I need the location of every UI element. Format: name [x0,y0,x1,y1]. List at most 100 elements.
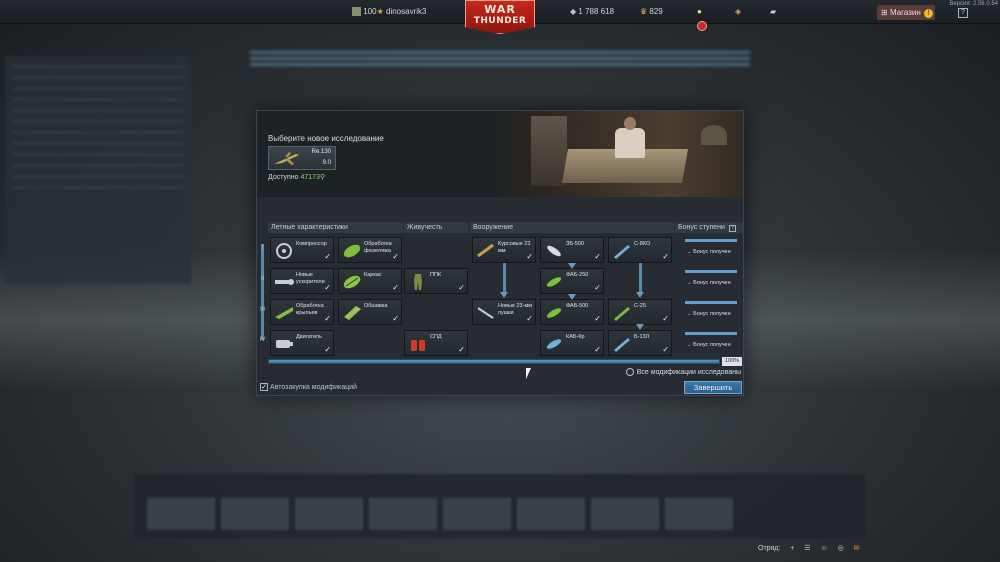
cannon-icon [477,243,494,258]
avatar [352,7,361,17]
mod-boosters[interactable]: Новые ускорители ✓ [270,268,334,294]
column-flight: Летные характеристики [268,222,403,233]
arrow-down-icon [568,263,576,269]
coupon-icon[interactable]: ▰ [770,7,776,16]
research-modal: Выберите новое исследование Re.130 9.0 Д… [256,110,744,396]
mod-engine[interactable]: Двигатель ✓ [270,330,334,356]
fuselage-icon [343,244,361,258]
research-progress-bar [268,359,720,364]
golden-eagles-value: 829 [649,7,663,16]
rocket-icon [614,245,630,259]
mod-label: ФАБ-500 [566,303,589,309]
autobuy-checkbox[interactable]: ✓ Автозакупка модификаций [260,383,357,391]
mod-label: КАБ-Кр [566,334,585,340]
research-progress-fill [269,360,719,363]
available-value: 47173 [300,174,320,181]
research-point-icon: ⚲ [319,174,326,181]
bomb-icon [546,277,562,287]
checkmark-icon: ✓ [526,252,533,261]
info-icon[interactable]: ? [728,225,736,232]
rank-value: 100 [363,7,377,16]
finish-button[interactable]: Завершить [684,381,742,394]
mod-fuselage[interactable]: Обработка фюзеляжа ✓ [338,237,402,263]
checkmark-icon: ✓ [662,314,669,323]
mod-skin[interactable]: Обшивка ✓ [338,299,402,325]
mod-label: ФАБ-250 [566,272,589,278]
silver-lions[interactable]: ◆ 1 788 618 [570,7,614,16]
list-icon[interactable]: ☰ [804,545,810,552]
fire-extinguisher-icon [411,340,425,351]
booster-icon [275,279,294,285]
bonus-label: Бонус получен [693,342,731,348]
tier-2-label: II [260,276,265,282]
mod-fab500[interactable]: ФАБ-500 ✓ [540,299,604,325]
mod-frame[interactable]: Каркас ✓ [338,268,402,294]
war-thunder-logo: WAR THUNDER [465,0,535,34]
mod-spd[interactable]: СПД ✓ [404,330,468,356]
bomb-icon [547,245,561,257]
unit-battle-rating: 9.0 [322,160,331,166]
chat-icon[interactable]: ◎ [838,545,844,552]
golden-eagles[interactable]: ♛ 829 [640,7,663,16]
shop-button[interactable]: ⊞ Магазин! [877,5,935,20]
compressor-icon [276,243,292,259]
lightbulb-icon[interactable]: ● [697,7,702,16]
mod-new-gun23[interactable]: Новые 23-мм пушки ✓ [472,299,536,325]
all-researched-status: Все модификации исследованы [625,368,741,376]
cannon-icon [477,307,494,319]
frame-icon [343,275,361,289]
guided-bomb-icon [546,339,562,349]
checkmark-icon: ✓ [594,345,601,354]
player-info[interactable]: 100★ dinosavrik3 [352,7,427,17]
column-survivability: Живучесть [404,222,468,233]
tier-progress-line [261,244,264,340]
cart-icon: ⊞ [881,8,888,17]
mod-label: Обшивка [364,303,388,309]
mail-icon[interactable]: ✉ [854,545,860,552]
tier-bonus-1: ⌄ Бонус получен [681,237,743,263]
logo-text-2: THUNDER [473,16,527,26]
mod-label: С-8КО [634,241,651,247]
achievement-icon[interactable]: ◈ [735,7,741,16]
mod-compressor[interactable]: Компрессор ✓ [270,237,334,263]
tier-bonus-2: ⌄ Бонус получен [681,268,743,294]
mod-s8ko[interactable]: С-8КО ✓ [608,237,672,263]
friends-icon[interactable]: ☺ [821,545,828,552]
engine-icon [276,340,293,348]
squad-label: Отряд: [758,545,781,552]
notification-icon[interactable] [697,21,707,31]
checkmark-icon: ✓ [324,345,331,354]
mod-fab250[interactable]: ФАБ-250 ✓ [540,268,604,294]
checkmark-icon: ✓ [392,283,399,292]
silver-lions-value: 1 788 618 [578,7,614,16]
bonus-label: Бонус получен [693,280,731,286]
mod-label: Двигатель [296,334,322,340]
add-icon[interactable]: + [790,545,794,552]
checkmark-icon: ✓ [526,314,533,323]
mod-gun23[interactable]: Курсовые 23 мм ✓ [472,237,536,263]
checkmark-icon: ✓ [594,252,601,261]
bomb-icon [546,308,562,318]
checkmark-icon: ✓ [324,314,331,323]
rocket-pod-icon [614,338,630,352]
mod-s25[interactable]: С-25 ✓ [608,299,672,325]
available-label: Доступно [268,174,299,181]
unit-card[interactable]: Re.130 9.0 [268,146,336,170]
tier-bonus-3: ⌄ Бонус получен [681,299,743,325]
mod-kab[interactable]: КАБ-Кр ✓ [540,330,604,356]
mod-b13l[interactable]: Б-13Л ✓ [608,330,672,356]
tier-4-label: IV [259,337,266,343]
help-button[interactable]: ? [958,8,968,18]
mod-label: Каркас [364,272,382,278]
version-label: Версия: 2.56.0.54 [949,1,998,7]
mod-zb500[interactable]: ЗБ-500 ✓ [540,237,604,263]
blurred-top-text [230,48,770,70]
mod-ppk[interactable]: ППК ✓ [404,268,468,294]
blurred-vehicle-slots [135,474,865,538]
column-bonus-label: Бонус ступени [678,224,725,231]
username: dinosavrik3 [386,7,427,16]
blurred-vehicle-stats [5,56,191,284]
mod-wings[interactable]: Обработка крыльев ✓ [270,299,334,325]
unit-name: Re.130 [311,149,331,155]
column-armament: Вооружение [470,222,674,233]
